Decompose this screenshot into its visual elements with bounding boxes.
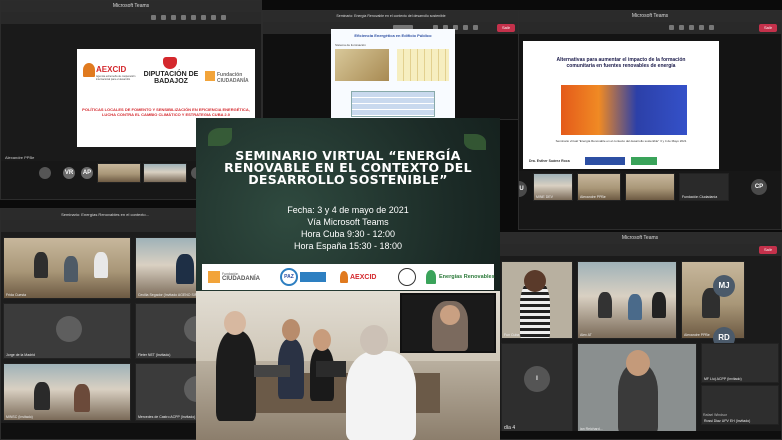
teams-window-bottom-left: Seminario: Energías Renovables en el con… (0, 208, 210, 440)
energias-logo: Energías Renovables (426, 267, 496, 287)
mic-icon[interactable] (161, 15, 166, 20)
view-icon[interactable] (221, 15, 226, 20)
paz-logo: PAZ (280, 267, 330, 287)
video-tile: MINSC (Invitado) (3, 363, 131, 421)
leave-button[interactable]: Salir (759, 246, 777, 254)
window-title: Seminario: Energías Renovables en el con… (1, 209, 209, 220)
notice-label: Rafael Windsor (703, 413, 727, 417)
window-title: Seminario: Energía Renovable en el conte… (263, 11, 519, 22)
poster-date: Fecha: 3 y 4 de mayo de 2021 (287, 205, 409, 215)
avatar-ap: AP (81, 167, 93, 179)
video-thumb (625, 173, 675, 201)
teams-toolbar: Salir (499, 244, 781, 256)
video-thumb: Fundación Ciudadanía (679, 173, 729, 201)
window-title: Microsoft Teams (499, 233, 781, 244)
poster-platform: Vía Microsoft Teams (307, 217, 389, 227)
aexcid-logo: AEXCID Agencia extremeña de cooperación … (83, 63, 135, 91)
aexcid-logo: AEXCID (340, 267, 390, 287)
crest-icon (163, 57, 177, 69)
poster-details: Fecha: 3 y 4 de mayo de 2021 Vía Microso… (196, 204, 500, 252)
window-title: Microsoft Teams (519, 11, 781, 22)
poster-title: SEMINARIO VIRTUAL “ENERGÍA RENOVABLE EN … (224, 148, 472, 187)
video-tile: Fun Cuba (501, 261, 573, 339)
video-thumb (143, 163, 187, 183)
laptop (254, 365, 290, 377)
person-placeholder-icon (56, 316, 82, 342)
people-icon[interactable] (473, 25, 478, 30)
laptop (316, 361, 346, 377)
avatar-mu: MU (519, 181, 527, 197)
collage: Microsoft Teams AEXCID Agencia extremeña… (0, 0, 782, 440)
window-title: Microsoft Teams (1, 1, 261, 12)
seminar-poster: SEMINARIO VIRTUAL “ENERGÍA RENOVABLE EN … (196, 118, 500, 440)
avatar-vr: VR (63, 167, 75, 179)
video-tile: Rossi Diaz UPV EH (Invitado) (701, 385, 779, 425)
shared-slide: Alternativas para aumentar el impacto de… (523, 41, 719, 169)
taskbar (499, 431, 781, 439)
video-thumb: Alexandre PPBe (577, 173, 621, 201)
avatar (39, 167, 51, 179)
leaf-icon (208, 128, 232, 146)
poster-time-cuba: Hora Cuba 9:30 - 12:00 (300, 229, 396, 239)
seal-logo (398, 267, 420, 287)
floor-plan (397, 49, 449, 81)
video-thumb (97, 163, 141, 183)
video-tile: Alexandre PPBe (681, 261, 745, 339)
more-icon[interactable] (463, 25, 468, 30)
teams-toolbar: Salir (519, 22, 781, 34)
video-tile: ian Reichard... (577, 343, 697, 433)
data-table (351, 91, 435, 117)
solar-panel-image (561, 85, 687, 135)
teams-toolbar (1, 220, 209, 232)
presenter-label: Alexandre PPBe (5, 155, 35, 160)
teams-window-top-right: Microsoft Teams Salir Alternativas para … (518, 10, 782, 230)
video-tile: I día 4 (501, 343, 573, 433)
tv-screen (400, 293, 496, 353)
teams-window-top-middle: Seminario: Energía Renovable en el conte… (262, 10, 520, 120)
video-tile: Frida Cuesta (3, 237, 131, 299)
meeting-photo (196, 291, 500, 440)
badajoz-logo: DIPUTACIÓN DE BADAJOZ (143, 57, 199, 91)
partner-logo-blue (585, 157, 625, 165)
video-tile: Jorge de la Madrid (3, 303, 131, 359)
more-icon[interactable] (699, 25, 704, 30)
ciudadania-logo: Fundación CIUDADANÍA (205, 71, 253, 85)
video-tile: MF Liu) ACPP (Invitado) (701, 343, 779, 383)
more-icon[interactable] (181, 15, 186, 20)
leaf-icon (464, 134, 486, 150)
building-render (335, 49, 389, 81)
avatar-mj: MJ (713, 275, 735, 297)
poster-time-spain: Hora España 15:30 - 18:00 (293, 241, 403, 251)
avatar-i: I (524, 366, 550, 392)
policy-banner: POLÍTICAS LOCALES DE FOMENTO Y SENSIBILI… (82, 107, 250, 117)
people-icon[interactable] (201, 15, 206, 20)
share-icon[interactable] (689, 25, 694, 30)
leave-button[interactable]: Salir (759, 24, 777, 32)
mic-icon[interactable] (679, 25, 684, 30)
chat-icon[interactable] (191, 15, 196, 20)
taskbar (1, 423, 209, 439)
camera-icon[interactable] (151, 15, 156, 20)
share-icon[interactable] (171, 15, 176, 20)
camera-icon[interactable] (669, 25, 674, 30)
hand-icon[interactable] (211, 15, 216, 20)
video-tile: Alex AT (577, 261, 677, 339)
people-icon[interactable] (709, 25, 714, 30)
shared-slide: Eficiencia Energética en Edificio Públic… (331, 29, 455, 119)
avatar-cp: CP (751, 179, 767, 195)
sponsor-logos: Fundación CIUDADANÍA PAZ AEXCID Energías… (202, 264, 496, 290)
ciudadania-logo: Fundación CIUDADANÍA (208, 267, 262, 287)
teams-toolbar (1, 12, 261, 24)
participants-strip: MU MINE DEV Alexandre PPBe Fundación Ciu… (519, 171, 781, 229)
teams-window-bottom-right: Microsoft Teams Salir Fun Cuba Alex AT A… (498, 232, 782, 440)
partner-logo-green (631, 157, 657, 165)
video-thumb: MINE DEV (533, 173, 573, 201)
leave-button[interactable]: Salir (497, 24, 515, 32)
